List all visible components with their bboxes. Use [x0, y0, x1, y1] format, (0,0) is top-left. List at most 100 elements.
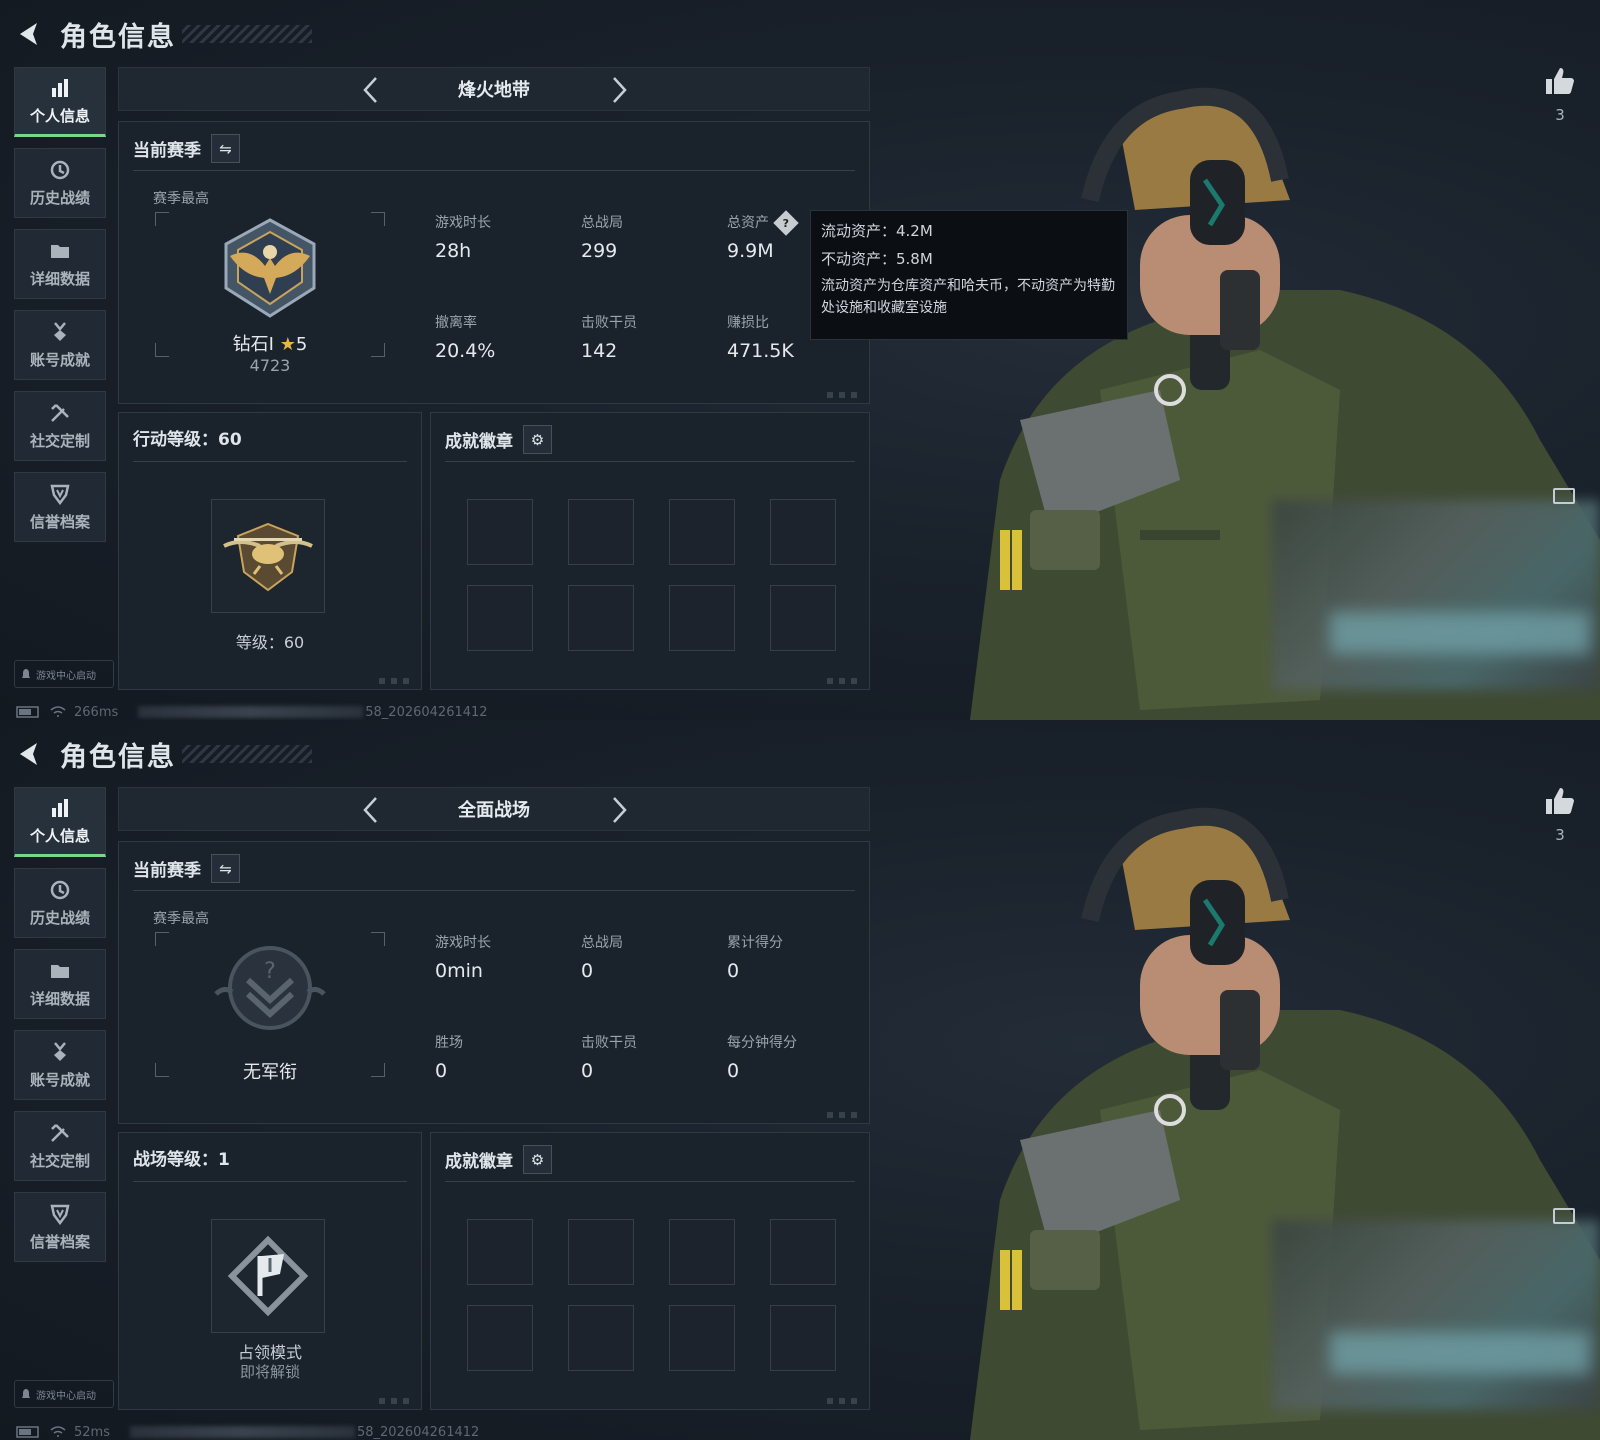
nav-achievements[interactable]: 账号成就: [14, 1030, 106, 1100]
share-icon[interactable]: [1553, 1208, 1575, 1224]
badge-slot[interactable]: [467, 585, 533, 651]
chevron-right-icon: [613, 797, 627, 823]
shield-icon: [50, 484, 70, 505]
badge-slot[interactable]: [669, 499, 735, 565]
stat-label: 总资产: [727, 215, 769, 231]
nav-personal-info[interactable]: 个人信息: [14, 787, 106, 857]
nav-label: 社交定制: [29, 1151, 90, 1170]
badge-slot[interactable]: [568, 585, 634, 651]
stat-label: 游戏时长: [435, 935, 491, 951]
back-arrow-icon: [20, 743, 37, 765]
nav-detailed-data[interactable]: 详细数据: [14, 949, 106, 1019]
nav-label: 详细数据: [29, 989, 90, 1008]
stat-value: 0: [435, 1060, 448, 1082]
title-bar: 角色信息: [14, 734, 312, 774]
badge-slot[interactable]: [669, 1219, 735, 1285]
rank-box: 钻石Ⅰ ★5 4723: [155, 212, 385, 375]
badge-slot[interactable]: [467, 1305, 533, 1371]
thumbs-up-icon: [1546, 788, 1574, 814]
share-icon[interactable]: [1553, 488, 1575, 504]
folder-icon: [51, 964, 69, 978]
badge-slot[interactable]: [770, 585, 836, 651]
next-mode-button[interactable]: [607, 796, 633, 824]
battery-icon: [16, 1426, 39, 1438]
nav-reputation[interactable]: 信誉档案: [14, 472, 106, 542]
level-caption-sub: 即将解锁: [239, 1363, 300, 1381]
badges-settings-button[interactable]: ⚙: [523, 425, 552, 454]
season-panel: 当前赛季 ⇋ 赛季最高 ? 无军衔 游戏时长 0min 总战局 0 累计得分 0 胜场…: [118, 841, 870, 1124]
back-button[interactable]: [14, 20, 42, 48]
stat-label: 胜场: [435, 1035, 463, 1051]
badge-slot[interactable]: [568, 1305, 634, 1371]
page-title: 角色信息: [60, 21, 176, 53]
badges-panel: 成就徽章 ⚙: [430, 412, 870, 690]
nav-history[interactable]: 历史战绩: [14, 868, 106, 938]
nav-label: 信誉档案: [29, 512, 90, 531]
level-caption: 等级：60: [235, 633, 305, 652]
season-panel: 当前赛季 ⇋ 赛季最高 钻石Ⅰ ★5 4723 游戏时长 28h 总战局 299 总…: [118, 121, 870, 404]
nav-personal-info[interactable]: 个人信息: [14, 67, 106, 137]
badge-slot[interactable]: [770, 499, 836, 565]
like-button[interactable]: 3: [1542, 66, 1578, 124]
title-decoration: [182, 745, 312, 763]
stat-total-score: 累计得分 0: [727, 932, 867, 982]
stat-extraction-rate: 撤离率 20.4%: [435, 312, 575, 362]
nav-detailed-data[interactable]: 详细数据: [14, 229, 106, 299]
build-id: 58_202604261412: [356, 1424, 480, 1440]
gear-icon: ⚙: [530, 430, 545, 449]
nav-label: 历史战绩: [29, 188, 90, 207]
stat-playtime: 游戏时长 28h: [435, 212, 575, 262]
nav-achievements[interactable]: 账号成就: [14, 310, 106, 380]
badges-panel: 成就徽章 ⚙: [430, 1132, 870, 1410]
back-button[interactable]: [14, 740, 42, 768]
season-label: 当前赛季: [133, 861, 201, 881]
season-switch-button[interactable]: ⇋: [211, 854, 240, 883]
badge-slot[interactable]: [568, 499, 634, 565]
screen-battlefield: 3 角色信息 个人信息 历史战绩 详细数据 账号成就 社交定制 信誉档案 游戏中…: [0, 720, 1600, 1440]
build-id: 58_202604261412: [365, 704, 488, 720]
nav-social[interactable]: 社交定制: [14, 391, 106, 461]
badge-slot[interactable]: [467, 499, 533, 565]
badge-slot[interactable]: [467, 1219, 533, 1285]
badge-slot[interactable]: [770, 1219, 836, 1285]
like-button[interactable]: 3: [1542, 786, 1578, 844]
nav-social[interactable]: 社交定制: [14, 1111, 106, 1181]
nav-label: 历史战绩: [29, 908, 90, 927]
stat-value: 0: [581, 1060, 594, 1082]
prev-mode-button[interactable]: [357, 76, 383, 104]
help-icon[interactable]: ?: [773, 210, 799, 236]
next-mode-button[interactable]: [607, 76, 633, 104]
badge-slot[interactable]: [669, 585, 735, 651]
clock-icon: [50, 880, 70, 899]
prev-mode-button[interactable]: [357, 796, 383, 824]
badge-slot[interactable]: [669, 1305, 735, 1371]
helicopter-emblem-icon: [223, 522, 313, 592]
level-emblem: [211, 1219, 325, 1333]
folder-icon: [51, 244, 69, 258]
rank-emblem: [224, 218, 316, 318]
stat-value: 0min: [435, 960, 483, 982]
gear-icon: ⚙: [530, 1150, 545, 1169]
ping: 52ms: [74, 1424, 110, 1440]
rank-name: 钻石Ⅰ: [232, 334, 274, 355]
nav-history[interactable]: 历史战绩: [14, 148, 106, 218]
nav-reputation[interactable]: 信誉档案: [14, 1192, 106, 1262]
rank-box: ? 无军衔: [155, 932, 385, 1083]
season-switch-button[interactable]: ⇋: [211, 134, 240, 163]
badge-slot[interactable]: [770, 1305, 836, 1371]
screen-extraction: 3 角色信息 个人信息 历史战绩 详细数据 账号成就 社交定制 信誉档案 游戏中…: [0, 0, 1600, 720]
stat-label: 总战局: [581, 935, 623, 951]
badge-slot[interactable]: [568, 1219, 634, 1285]
flag-emblem-icon: [227, 1235, 309, 1317]
stat-kills: 击败干员 142: [581, 312, 721, 362]
mode-name: 全面战场: [458, 800, 530, 821]
bell-icon: [22, 1389, 30, 1398]
title-bar: 角色信息: [14, 14, 312, 54]
season-label: 当前赛季: [133, 141, 201, 161]
bar-chart-icon: [52, 78, 68, 97]
badges-settings-button[interactable]: ⚙: [523, 1145, 552, 1174]
launch-label: 游戏中心启动: [36, 670, 96, 682]
nav-label: 账号成就: [29, 350, 90, 369]
nav-label: 社交定制: [29, 431, 90, 450]
stat-value: 20.4%: [435, 340, 496, 362]
